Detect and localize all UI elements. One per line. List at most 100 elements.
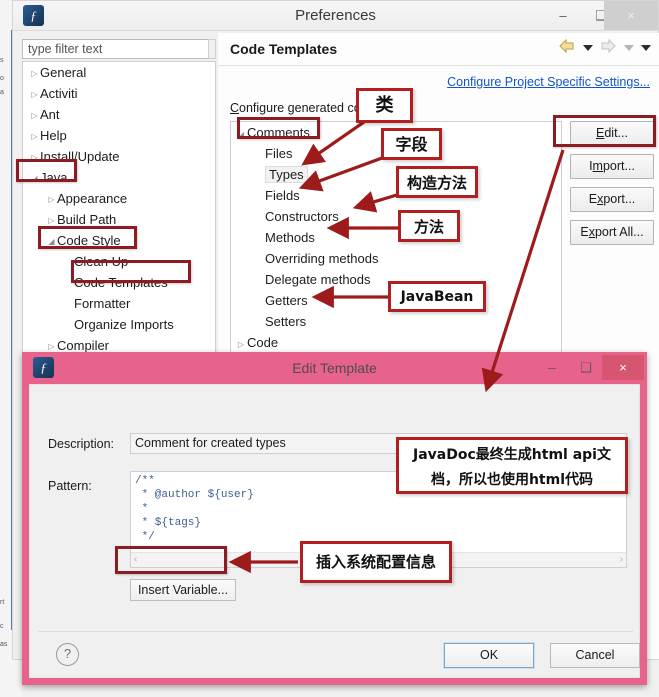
sidebar-item-label: General — [40, 65, 87, 80]
pattern-text: /** * @author ${user} * * ${tags} */ — [135, 475, 254, 543]
ok-button[interactable]: OK — [444, 643, 534, 668]
dialog-minimize-button[interactable]: – — [535, 352, 569, 384]
button-label: Export... — [588, 192, 636, 206]
template-item-label: Code — [247, 335, 279, 350]
edit-button[interactable]: Edit... — [570, 121, 654, 146]
dialog-close-button[interactable]: × — [602, 355, 644, 380]
twisty-expanded-icon[interactable]: ◢ — [46, 231, 57, 252]
sidebar-item-activiti[interactable]: ▷ Activiti — [23, 83, 215, 104]
twisty-collapsed-icon[interactable]: ▷ — [29, 147, 40, 168]
twisty-collapsed-icon[interactable]: ▷ — [29, 105, 40, 126]
twisty-collapsed-icon[interactable]: ▷ — [46, 189, 57, 210]
sidebar-item-java[interactable]: ◢ Java — [23, 167, 215, 188]
annotation-insert-config: 插入系统配置信息 — [300, 541, 452, 583]
back-menu-chevron-down-icon[interactable] — [582, 41, 593, 55]
template-item-label: Constructors — [265, 209, 339, 224]
configure-project-specific-settings-link[interactable]: Configure Project Specific Settings... — [447, 75, 650, 89]
background-label-3: a — [0, 89, 4, 96]
background-label-4: rt — [0, 599, 5, 606]
description-label: Description: — [48, 437, 114, 451]
template-item-label: Overriding methods — [265, 251, 379, 266]
import-button[interactable]: Import... — [570, 154, 654, 179]
background-label-1: s — [0, 57, 4, 64]
close-button[interactable]: × — [604, 1, 658, 30]
template-item-label: Types — [265, 166, 308, 183]
filter-scrollbar[interactable] — [208, 39, 216, 59]
sidebar-item-help[interactable]: ▷ Help — [23, 125, 215, 146]
sidebar-item-label: Build Path — [57, 212, 117, 227]
sidebar-item-label: Formatter — [74, 296, 131, 311]
button-label: Export All... — [580, 225, 644, 239]
export-button[interactable]: Export... — [570, 187, 654, 212]
configure-label-mnemonic: C — [230, 101, 240, 115]
sidebar-item-label: Code Style — [57, 233, 121, 248]
annotation-constructor: 构造方法 — [396, 166, 478, 198]
template-item-code[interactable]: ▷ Code — [231, 332, 561, 353]
insert-variable-button[interactable]: Insert Variable... — [130, 579, 236, 601]
sidebar-item-label: Code Templates — [74, 275, 168, 290]
export-all-button[interactable]: Export All... — [570, 220, 654, 245]
pattern-scroll-left-arrow[interactable]: ‹ — [134, 553, 137, 567]
back-arrow-icon[interactable] — [559, 38, 575, 56]
background-label-6: as — [0, 641, 8, 648]
template-item-setters[interactable]: Setters — [231, 311, 561, 332]
sidebar-item-label: Java — [40, 170, 68, 185]
cancel-button[interactable]: Cancel — [550, 643, 640, 668]
annotation-javadoc: JavaDoc最终生成html api文档，所以也使用html代码 — [396, 437, 628, 494]
twisty-collapsed-icon[interactable]: ▷ — [46, 210, 57, 231]
template-item-constructors[interactable]: Constructors — [231, 206, 561, 227]
template-item-label: Fields — [265, 188, 300, 203]
template-item-label: Methods — [265, 230, 315, 245]
sidebar-item-formatter[interactable]: Formatter — [23, 293, 215, 314]
sidebar-item-install-update[interactable]: ▷ Install/Update — [23, 146, 215, 167]
dialog-titlebar: ƒ Edit Template – ❑ × — [22, 352, 647, 384]
dialog-body: Description: Comment for created types P… — [29, 384, 640, 678]
minimize-button[interactable]: – — [544, 1, 582, 30]
annotation-javabean: JavaBean — [388, 281, 486, 312]
filter-input[interactable]: type filter text — [22, 39, 215, 59]
view-menu-chevron-down-icon[interactable] — [641, 41, 651, 55]
template-action-buttons: Edit... Import... Export... Export All... — [570, 121, 654, 253]
sidebar-item-label: Compiler — [57, 338, 110, 353]
sidebar-item-appearance[interactable]: ▷ Appearance — [23, 188, 215, 209]
dialog-maximize-button[interactable]: ❑ — [569, 352, 603, 384]
template-item-label: Getters — [265, 293, 308, 308]
pattern-scroll-right-arrow[interactable]: › — [620, 553, 623, 567]
forward-arrow-icon — [600, 38, 616, 56]
template-item-methods[interactable]: Methods — [231, 227, 561, 248]
sidebar-item-label: Organize Imports — [74, 317, 174, 332]
sidebar-item-ant[interactable]: ▷ Ant — [23, 104, 215, 125]
sidebar-item-organize-imports[interactable]: Organize Imports — [23, 314, 215, 335]
template-item-overriding-methods[interactable]: Overriding methods — [231, 248, 561, 269]
annotation-method: 方法 — [398, 210, 460, 242]
sidebar-item-build-path[interactable]: ▷ Build Path — [23, 209, 215, 230]
window-titlebar: ƒ Preferences – ❑ × — [13, 1, 658, 31]
sidebar-item-label: Clean Up — [74, 254, 129, 269]
page-title: Code Templates — [230, 41, 338, 57]
twisty-collapsed-icon[interactable]: ▷ — [29, 84, 40, 105]
sidebar-item-code-style[interactable]: ◢ Code Style — [23, 230, 215, 251]
pane-divider — [218, 65, 659, 66]
sidebar-item-label: Help — [40, 128, 67, 143]
template-item-label: Comments — [247, 125, 310, 140]
dialog-divider — [38, 631, 633, 632]
twisty-collapsed-icon[interactable]: ▷ — [29, 63, 40, 84]
sidebar-item-label: Appearance — [57, 191, 128, 206]
annotation-class: 类 — [356, 88, 413, 123]
button-label: Import... — [589, 159, 635, 173]
annotation-field: 字段 — [381, 128, 442, 160]
help-icon[interactable]: ? — [56, 643, 79, 666]
navigation-buttons — [555, 38, 651, 57]
sidebar-item-code-templates[interactable]: Code Templates — [23, 272, 215, 293]
sidebar-item-clean-up[interactable]: Clean Up — [23, 251, 215, 272]
forward-menu-chevron-down-icon — [623, 41, 634, 55]
template-item-label: Delegate methods — [265, 272, 371, 287]
twisty-expanded-icon[interactable]: ◢ — [29, 168, 40, 189]
twisty-expanded-icon[interactable]: ◢ — [235, 124, 247, 145]
sidebar-item-label: Install/Update — [40, 149, 120, 164]
template-item-label: Files — [265, 146, 293, 161]
sidebar-item-general[interactable]: ▷ General — [23, 62, 215, 83]
twisty-collapsed-icon[interactable]: ▷ — [29, 126, 40, 147]
background-label-2: o — [0, 75, 4, 82]
button-label: Edit... — [596, 126, 628, 140]
